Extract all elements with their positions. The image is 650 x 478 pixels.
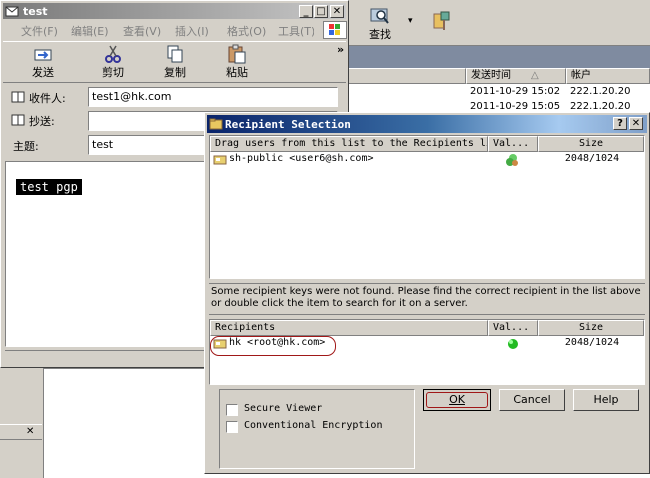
close-icon[interactable]: ✕ (26, 426, 34, 437)
address-book-icon (11, 91, 25, 103)
compose-titlebar: test _ □ ✕ (3, 3, 346, 19)
message-list: 发送时间 △ 帐户 2011-10-29 15:02 222.1.20.20 201… (348, 68, 650, 118)
to-label[interactable]: 收件人: (11, 89, 81, 105)
search-button[interactable]: 查找 (362, 6, 398, 42)
minimize-button[interactable]: _ (299, 5, 313, 18)
col-header-size[interactable]: Size (538, 320, 644, 336)
list-item[interactable]: sh-public <user6@sh.com> 2048/1024 (211, 153, 643, 167)
dialog-titlebar: Recipient Selection ? ✕ (207, 115, 647, 133)
help-button[interactable]: Help (573, 389, 639, 411)
available-keys-list[interactable]: Drag users from this list to the Recipie… (209, 135, 645, 279)
paste-icon (228, 44, 246, 64)
subject-label: 主题: (13, 140, 39, 153)
col-header-validity[interactable]: Val... (488, 320, 538, 336)
conventional-encryption-checkbox[interactable] (226, 421, 238, 433)
send-button[interactable]: 发送 (23, 44, 63, 80)
conventional-encryption-label: Conventional Encryption (244, 420, 383, 431)
col-header-validity[interactable]: Val... (488, 136, 538, 152)
col-header-recipients[interactable]: Recipients (210, 320, 488, 336)
validity-group-icon (506, 154, 518, 166)
missing-keys-message: Some recipient keys were not found. Plea… (209, 283, 645, 315)
secure-viewer-checkbox[interactable] (226, 404, 238, 416)
menu-bar: 文件(F) 编辑(E) 查看(V) 插入(I) 格式(O) 工具(T) (3, 21, 323, 39)
compose-toolbar: 发送 剪切 复制 粘贴 » (3, 41, 346, 83)
preview-pane (44, 368, 206, 478)
menu-file[interactable]: 文件(F) (21, 23, 58, 39)
compose-title: test (23, 5, 48, 18)
cc-label[interactable]: 抄送: (11, 112, 81, 128)
addresses-icon[interactable] (432, 10, 454, 32)
to-field[interactable]: test1@hk.com (88, 87, 338, 107)
col-header-drag[interactable]: Drag users from this list to the Recipie… (210, 136, 488, 152)
windows-logo-icon (323, 21, 347, 39)
col-header-account[interactable]: 帐户 (566, 68, 650, 84)
recipients-list[interactable]: Recipients Val... Size hk <root@hk.com> … (209, 319, 645, 385)
contacts-pane-header: ✕ (0, 424, 42, 440)
search-icon (370, 8, 389, 24)
dialog-title: Recipient Selection (225, 118, 351, 131)
cancel-button[interactable]: Cancel (499, 389, 565, 411)
col-header-size[interactable]: Size (538, 136, 644, 152)
dialog-close-button[interactable]: ✕ (629, 117, 643, 130)
ok-button[interactable]: OK (423, 389, 491, 411)
col-header-blank[interactable] (348, 68, 466, 84)
help-title-button[interactable]: ? (613, 117, 627, 130)
menu-edit[interactable]: 编辑(E) (71, 23, 109, 39)
message-row[interactable]: 2011-10-29 15:02 222.1.20.20 (470, 86, 650, 100)
toolbar-overflow-icon[interactable]: » (337, 43, 344, 56)
folder-bar (348, 46, 650, 68)
validity-dot-icon (508, 339, 518, 349)
key-icon (213, 155, 227, 165)
cut-button[interactable]: 剪切 (93, 44, 133, 80)
maximize-button[interactable]: □ (314, 5, 328, 18)
secure-viewer-label: Secure Viewer (244, 403, 323, 414)
col-header-sent-time[interactable]: 发送时间 △ (466, 68, 566, 84)
search-label: 查找 (369, 28, 391, 41)
close-button[interactable]: ✕ (330, 5, 344, 18)
menu-view[interactable]: 查看(V) (123, 23, 161, 39)
scissors-icon (105, 45, 121, 63)
search-dropdown-icon[interactable]: ▾ (408, 16, 413, 26)
highlight-oval (210, 336, 336, 356)
mail-icon (5, 6, 19, 17)
folder-key-icon (209, 118, 223, 130)
address-book-icon (11, 114, 25, 126)
options-group: Secure Viewer Conventional Encryption (219, 389, 415, 469)
menu-insert[interactable]: 插入(I) (175, 23, 209, 39)
sort-ascending-icon: △ (531, 70, 539, 81)
recipient-selection-dialog: Recipient Selection ? ✕ Drag users from … (204, 112, 650, 474)
menu-tools[interactable]: 工具(T) (278, 23, 314, 39)
paste-button[interactable]: 粘贴 (217, 44, 257, 80)
copy-button[interactable]: 复制 (155, 44, 195, 80)
send-icon (34, 49, 52, 61)
copy-icon (167, 45, 183, 63)
folder-pane (0, 368, 44, 478)
menu-format[interactable]: 格式(O) (227, 23, 266, 39)
body-text: test pgp (16, 179, 82, 195)
